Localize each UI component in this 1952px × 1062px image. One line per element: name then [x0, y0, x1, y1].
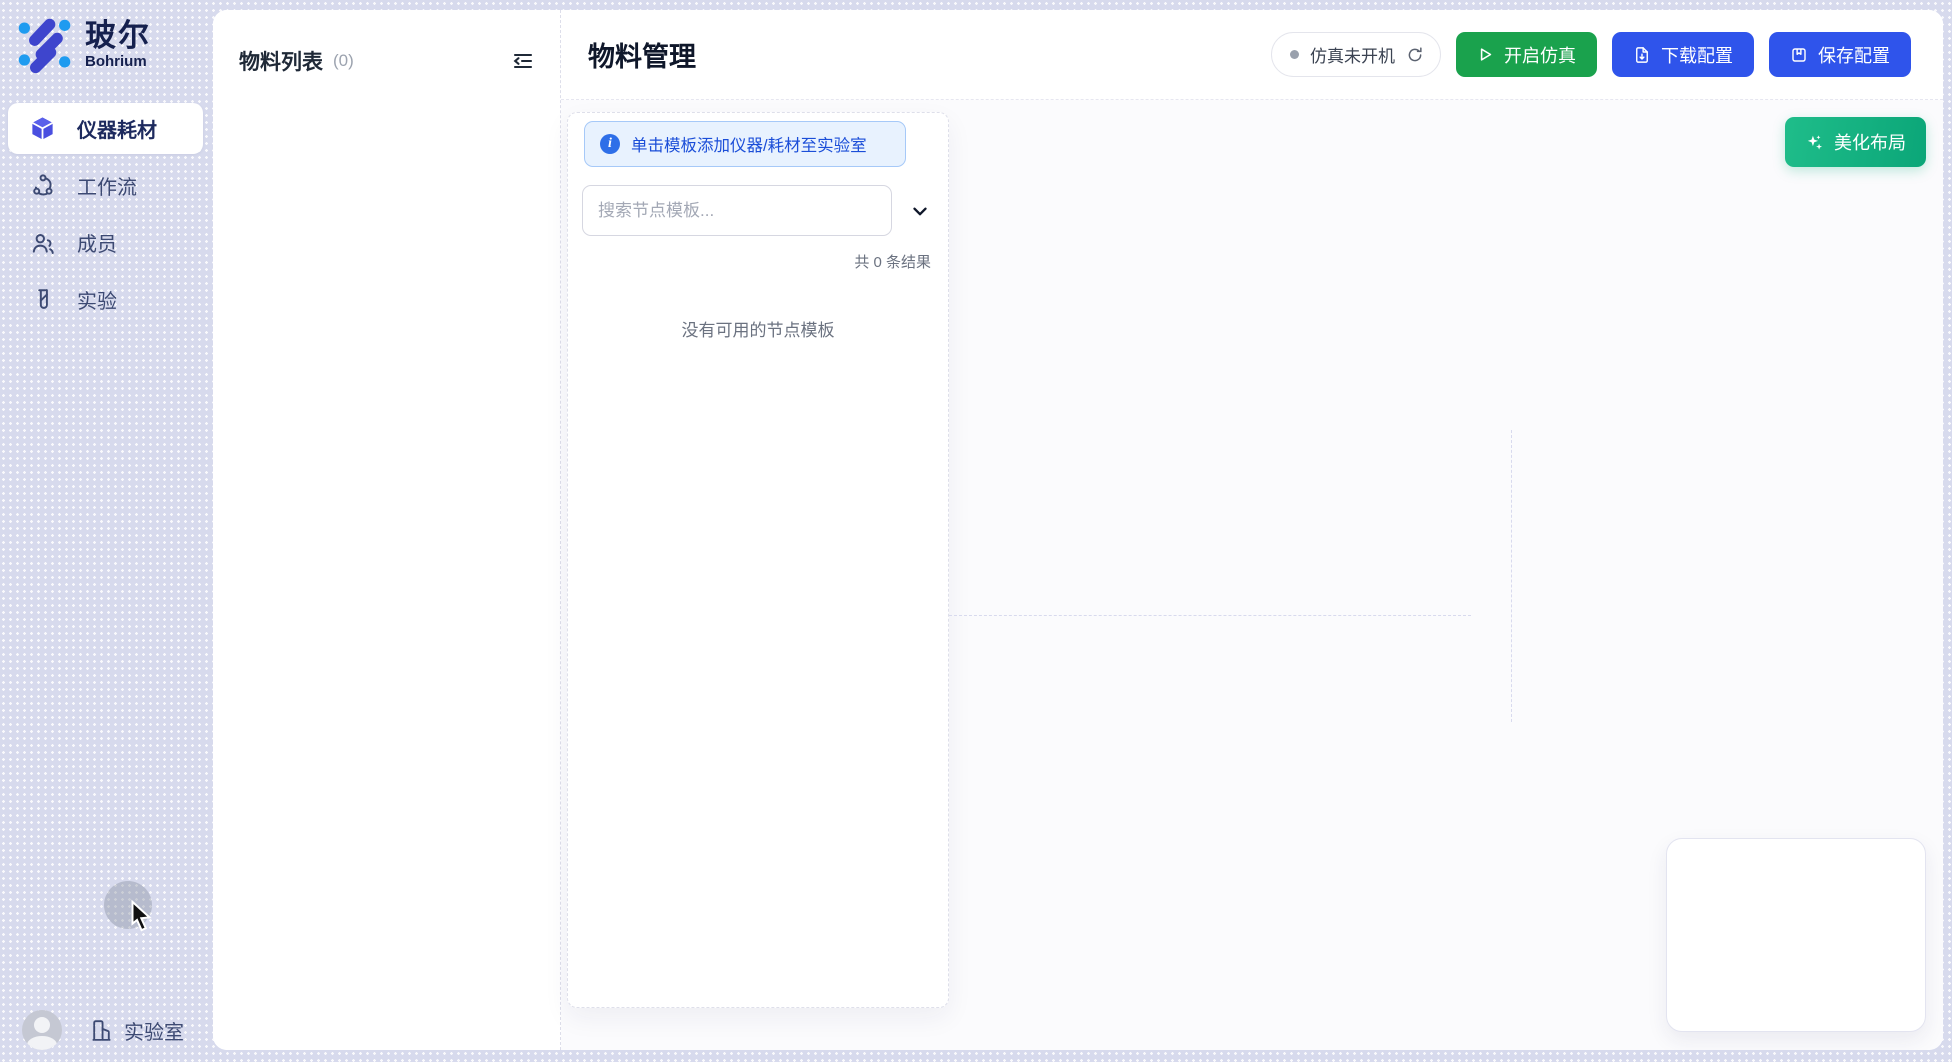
sidebar-item-label: 成员	[77, 228, 117, 257]
simulation-status-text: 仿真未开机	[1310, 42, 1395, 67]
sidebar-item-label: 工作流	[77, 171, 137, 200]
results-count: 共 0 条结果	[568, 251, 931, 272]
sidebar-item-label: 仪器耗材	[77, 114, 157, 143]
materials-list-title: 物料列表	[239, 46, 323, 76]
cursor-pointer	[126, 899, 156, 933]
user-avatar-icon[interactable]	[22, 1010, 62, 1050]
page-title: 物料管理	[588, 35, 696, 74]
sidebar-item-members[interactable]: 成员	[8, 217, 203, 268]
sidebar-item-instruments[interactable]: 仪器耗材	[8, 103, 203, 154]
info-icon: i	[600, 134, 620, 154]
layout-canvas[interactable]: i 单击模板添加仪器/耗材至实验室 共 0 条结果 没有可用的节点模板	[561, 100, 1943, 1050]
experiment-icon	[29, 286, 56, 313]
sidebar-item-experiment[interactable]: 实验	[8, 274, 203, 325]
brand-name: 玻尔	[85, 20, 151, 53]
materials-list-panel: 物料列表 (0)	[213, 10, 561, 1050]
beautify-layout-label: 美化布局	[1834, 129, 1906, 155]
lab-entry-label: 实验室	[124, 1016, 184, 1045]
materials-list-header: 物料列表 (0)	[213, 10, 560, 76]
chevron-down-icon	[909, 200, 931, 222]
file-download-icon	[1633, 46, 1651, 64]
app-root: { "brand": { "name": "玻尔", "subtitle": "…	[0, 0, 1952, 1062]
sidebar-item-workflow[interactable]: 工作流	[8, 160, 203, 211]
download-config-label: 下载配置	[1661, 42, 1733, 68]
collapse-panel-icon	[511, 49, 535, 73]
main-column: 物料管理 仿真未开机 开启仿真	[561, 10, 1943, 1050]
sidebar-item-label: 实验	[77, 285, 117, 314]
empty-templates-text: 没有可用的节点模板	[568, 316, 948, 341]
simulation-status-pill: 仿真未开机	[1271, 32, 1441, 77]
alignment-guide-horizontal	[949, 615, 1471, 616]
save-config-label: 保存配置	[1818, 42, 1890, 68]
start-simulation-button[interactable]: 开启仿真	[1456, 32, 1597, 77]
template-hint-text: 单击模板添加仪器/耗材至实验室	[631, 132, 867, 156]
status-dot	[1290, 50, 1299, 59]
main-header: 物料管理 仿真未开机 开启仿真	[561, 10, 1943, 100]
template-search-input[interactable]	[582, 185, 892, 236]
materials-list-count: (0)	[333, 51, 354, 71]
save-config-button[interactable]: 保存配置	[1769, 32, 1911, 77]
beautify-layout-button[interactable]: 美化布局	[1785, 117, 1926, 167]
members-icon	[29, 229, 56, 256]
bohrium-logo-icon	[15, 15, 75, 75]
content-card: 物料列表 (0) 物料管理 仿真未开机	[213, 10, 1943, 1050]
sidebar-footer: 实验室	[22, 1010, 184, 1050]
template-search-row	[582, 185, 933, 236]
header-actions: 仿真未开机 开启仿真	[1271, 32, 1911, 77]
expand-templates-button[interactable]	[909, 200, 931, 222]
save-icon	[1790, 46, 1808, 64]
collapse-panel-button[interactable]	[510, 48, 536, 74]
start-simulation-label: 开启仿真	[1504, 42, 1576, 68]
refresh-status-button[interactable]	[1406, 46, 1424, 64]
sparkles-icon	[1805, 133, 1824, 152]
download-config-button[interactable]: 下载配置	[1612, 32, 1754, 77]
workflow-icon	[29, 172, 56, 199]
sidebar-nav: 仪器耗材 工作流	[0, 103, 213, 331]
template-panel: i 单击模板添加仪器/耗材至实验室 共 0 条结果 没有可用的节点模板	[567, 112, 949, 1008]
lab-entry-button[interactable]: 实验室	[89, 1016, 184, 1045]
minimap-panel[interactable]	[1666, 838, 1926, 1032]
refresh-icon	[1406, 46, 1424, 64]
play-icon	[1477, 46, 1494, 63]
alignment-guide-vertical	[1511, 430, 1512, 722]
brand-logo: 玻尔 Bohrium	[15, 15, 151, 75]
cube-icon	[29, 115, 56, 142]
template-hint-banner: i 单击模板添加仪器/耗材至实验室	[584, 121, 906, 167]
sidebar: 玻尔 Bohrium 仪器耗材	[0, 0, 213, 1062]
brand-subtitle: Bohrium	[85, 53, 151, 70]
building-icon	[89, 1018, 114, 1043]
